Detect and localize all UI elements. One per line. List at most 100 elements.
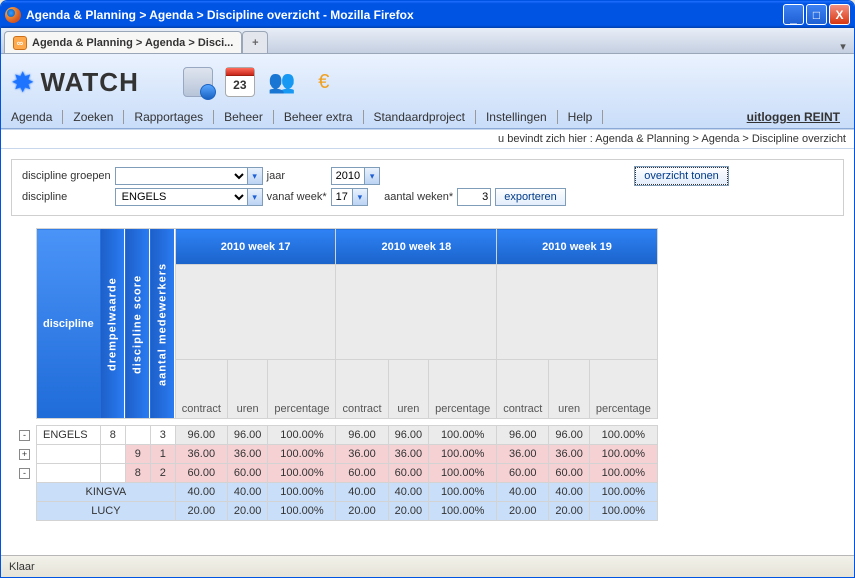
menu-zoeken[interactable]: Zoeken: [63, 110, 124, 124]
data-cell: 36.00: [227, 445, 268, 464]
aantal-weken-label: aantal weken*: [384, 191, 453, 203]
week-header: 2010 week 19: [497, 229, 658, 265]
sub-percentage: percentage: [589, 360, 657, 419]
window-title: Agenda & Planning > Agenda > Discipline …: [26, 8, 783, 22]
person-name: KINGVA: [37, 483, 176, 502]
breadcrumb: u bevindt zich hier : Agenda & Planning …: [1, 129, 854, 149]
row-toggle[interactable]: -: [19, 468, 30, 479]
dropdown-arrow-icon[interactable]: ▾: [247, 188, 263, 206]
jaar-value[interactable]: 2010: [331, 167, 364, 185]
overzicht-tonen-button[interactable]: overzicht tonen: [635, 167, 728, 185]
data-cell: 100.00%: [589, 502, 657, 521]
discipline-name: ENGELS: [37, 426, 101, 445]
status-bar: Klaar: [1, 555, 854, 577]
row-toggle[interactable]: +: [19, 449, 30, 460]
data-cell: 100.00%: [589, 426, 657, 445]
firefox-icon: [5, 7, 21, 23]
menu-instellingen[interactable]: Instellingen: [476, 110, 558, 124]
data-cell: 100.00%: [268, 426, 336, 445]
euro-icon[interactable]: €: [309, 67, 339, 97]
data-cell: 36.00: [175, 445, 227, 464]
data-cell: 36.00: [497, 445, 549, 464]
data-cell: 60.00: [175, 464, 227, 483]
data-cell: 60.00: [497, 464, 549, 483]
menu-agenda[interactable]: Agenda: [11, 110, 63, 124]
data-cell: 96.00: [549, 426, 590, 445]
data-cell: 96.00: [388, 426, 429, 445]
data-cell: 20.00: [227, 502, 268, 521]
window-maximize-button[interactable]: □: [806, 4, 827, 25]
menu-help[interactable]: Help: [558, 110, 604, 124]
data-cell: 60.00: [549, 464, 590, 483]
discipline-groepen-select[interactable]: [115, 167, 247, 185]
data-cell: 96.00: [336, 426, 388, 445]
vanaf-week-label: vanaf week*: [267, 191, 327, 203]
data-cell: 100.00%: [429, 502, 497, 521]
menu-rapportages[interactable]: Rapportages: [124, 110, 214, 124]
data-cell: 100.00%: [429, 464, 497, 483]
data-cell: 100.00%: [268, 464, 336, 483]
data-cell: 60.00: [227, 464, 268, 483]
col-discipline: discipline: [37, 229, 101, 419]
calendar-icon[interactable]: 23: [225, 67, 255, 97]
dropdown-arrow-icon[interactable]: ▾: [364, 167, 380, 185]
menu-beheer[interactable]: Beheer: [214, 110, 274, 124]
window-close-button[interactable]: X: [829, 4, 850, 25]
main-menu: Agenda Zoeken Rapportages Beheer Beheer …: [11, 104, 844, 128]
sub-uren: uren: [388, 360, 429, 419]
data-cell: 36.00: [388, 445, 429, 464]
discipline-select[interactable]: ENGELS: [115, 188, 247, 206]
data-cell: 96.00: [227, 426, 268, 445]
data-cell: 40.00: [336, 483, 388, 502]
agenda-icon[interactable]: [183, 67, 213, 97]
jaar-label: jaar: [267, 170, 285, 182]
data-cell: 96.00: [175, 426, 227, 445]
aantal-weken-input[interactable]: [457, 188, 491, 206]
sub-uren: uren: [227, 360, 268, 419]
col-drempelwaarde: drempelwaarde: [100, 229, 125, 419]
data-cell: 100.00%: [268, 445, 336, 464]
data-cell: 40.00: [388, 483, 429, 502]
firefox-titlebar: Agenda & Planning > Agenda > Discipline …: [1, 1, 854, 28]
vanaf-week-value[interactable]: 17: [331, 188, 352, 206]
data-cell: 60.00: [336, 464, 388, 483]
logout-link[interactable]: uitloggen REINT: [747, 110, 844, 124]
tab-title: Agenda & Planning > Agenda > Disci...: [32, 37, 233, 49]
week-header: 2010 week 18: [336, 229, 497, 265]
data-cell: 20.00: [549, 502, 590, 521]
col-discipline-score: discipline score: [125, 229, 150, 419]
data-cell: 100.00%: [429, 445, 497, 464]
filter-panel: discipline groepen ▾ jaar 2010 ▾: [11, 159, 844, 216]
dropdown-arrow-icon[interactable]: ▾: [352, 188, 368, 206]
exporteren-button[interactable]: exporteren: [495, 188, 566, 206]
data-cell: 36.00: [336, 445, 388, 464]
menu-standaardproject[interactable]: Standaardproject: [364, 110, 476, 124]
discipline-name: [37, 445, 101, 464]
data-cell: 100.00%: [268, 502, 336, 521]
data-cell: 100.00%: [429, 426, 497, 445]
person-name: LUCY: [37, 502, 176, 521]
new-tab-button[interactable]: +: [242, 31, 268, 53]
data-cell: 100.00%: [268, 483, 336, 502]
discipline-grid: discipline drempelwaarde discipline scor…: [13, 228, 658, 521]
week-header: 2010 week 17: [175, 229, 336, 265]
window-minimize-button[interactable]: _: [783, 4, 804, 25]
sub-contract: contract: [497, 360, 549, 419]
data-cell: 40.00: [497, 483, 549, 502]
people-icon[interactable]: 👥: [267, 67, 297, 97]
data-cell: 20.00: [388, 502, 429, 521]
data-cell: 40.00: [175, 483, 227, 502]
data-cell: 20.00: [175, 502, 227, 521]
sub-uren: uren: [549, 360, 590, 419]
browser-tab-active[interactable]: ∞ Agenda & Planning > Agenda > Disci...: [4, 31, 242, 53]
row-toggle[interactable]: -: [19, 430, 30, 441]
menu-beheer-extra[interactable]: Beheer extra: [274, 110, 364, 124]
discipline-label: discipline: [22, 191, 67, 203]
sub-contract: contract: [175, 360, 227, 419]
data-cell: 100.00%: [589, 445, 657, 464]
dropdown-arrow-icon[interactable]: ▾: [247, 167, 263, 185]
xampp-icon: ∞: [13, 36, 27, 50]
sub-contract: contract: [336, 360, 388, 419]
data-cell: 100.00%: [589, 464, 657, 483]
tab-list-dropdown[interactable]: ▾: [835, 40, 851, 53]
